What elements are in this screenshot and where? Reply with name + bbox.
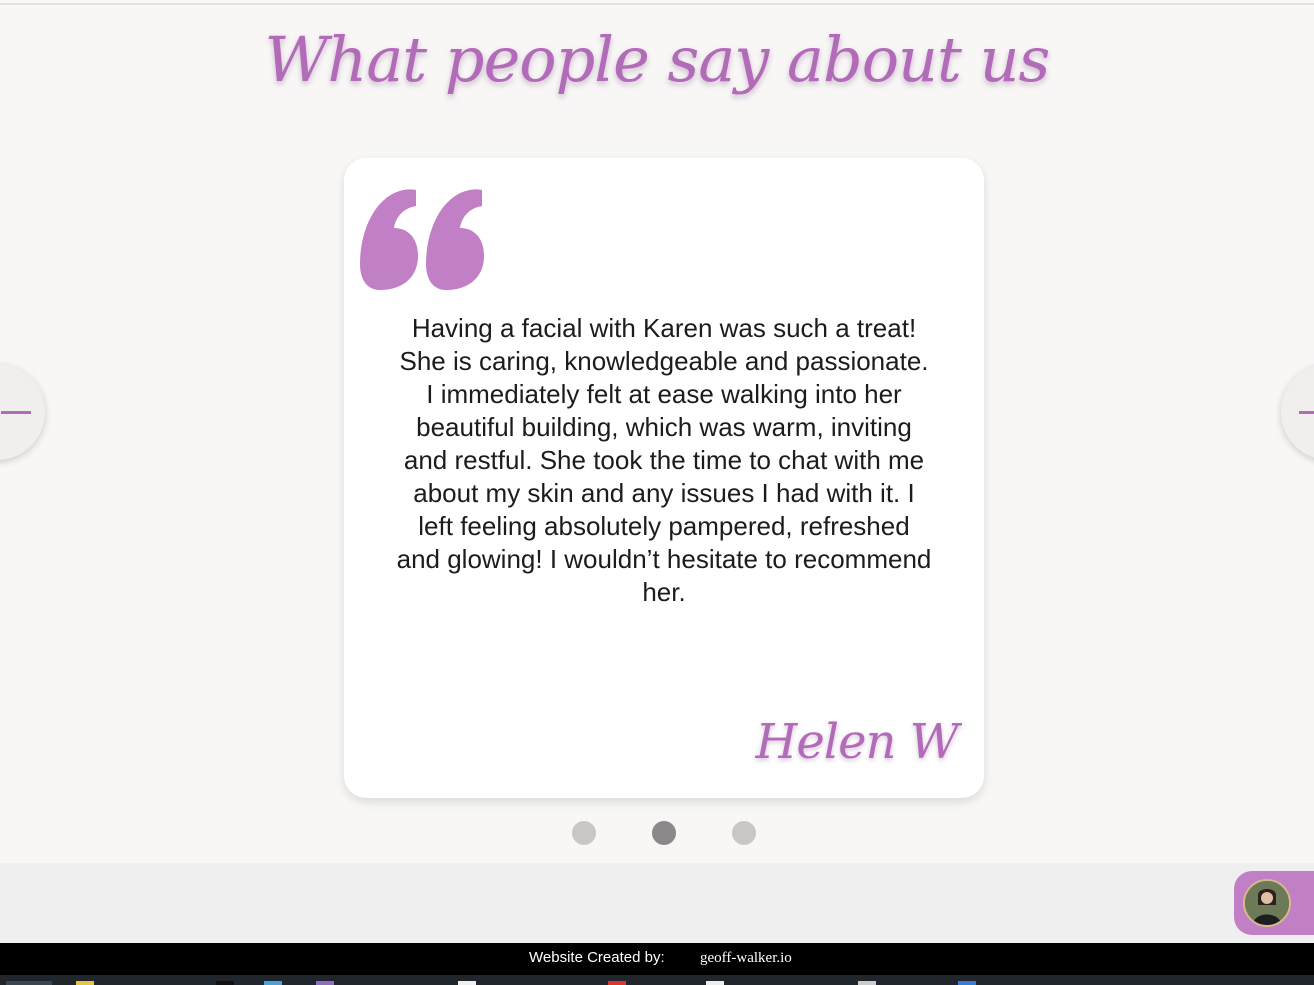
carousel-pagination (0, 820, 1314, 846)
testimonial-text: Having a facial with Karen was such a tr… (396, 313, 932, 607)
taskbar-app-icon[interactable] (216, 981, 234, 985)
taskbar-app-icon[interactable] (858, 981, 876, 985)
taskbar-app-icon[interactable] (608, 981, 626, 985)
taskbar-start-icon[interactable] (6, 981, 52, 985)
testimonials-section: What people say about us Having a facial… (0, 0, 1314, 863)
taskbar-app-icon[interactable] (706, 981, 724, 985)
page-bottom-band (0, 863, 1314, 943)
arrow-left-icon (1, 411, 31, 414)
chat-widget-button[interactable] (1234, 871, 1314, 935)
testimonial-author: Helen W (755, 714, 959, 770)
os-taskbar (0, 975, 1314, 985)
footer-credit-label: Website Created by: (529, 949, 665, 966)
carousel-prev-button[interactable] (0, 364, 45, 460)
carousel-dot-2-active[interactable] (652, 821, 676, 845)
taskbar-app-icon[interactable] (264, 981, 282, 985)
arrow-right-icon (1299, 411, 1314, 414)
footer-credit-link[interactable]: geoff-walker.io (700, 950, 792, 967)
chat-avatar (1243, 879, 1291, 927)
opening-quote-icon (360, 189, 484, 290)
section-heading: What people say about us (264, 23, 1051, 96)
site-footer: Website Created by: geoff-walker.io (0, 943, 1314, 975)
carousel-dot-1[interactable] (572, 821, 596, 845)
taskbar-app-icon[interactable] (458, 981, 476, 985)
carousel-next-button[interactable] (1281, 364, 1314, 460)
testimonial-card: Having a facial with Karen was such a tr… (344, 158, 984, 798)
top-divider (0, 3, 1314, 5)
taskbar-app-icon[interactable] (76, 981, 94, 985)
taskbar-app-icon[interactable] (958, 981, 976, 985)
taskbar-app-icon[interactable] (316, 981, 334, 985)
carousel-dot-3[interactable] (732, 821, 756, 845)
